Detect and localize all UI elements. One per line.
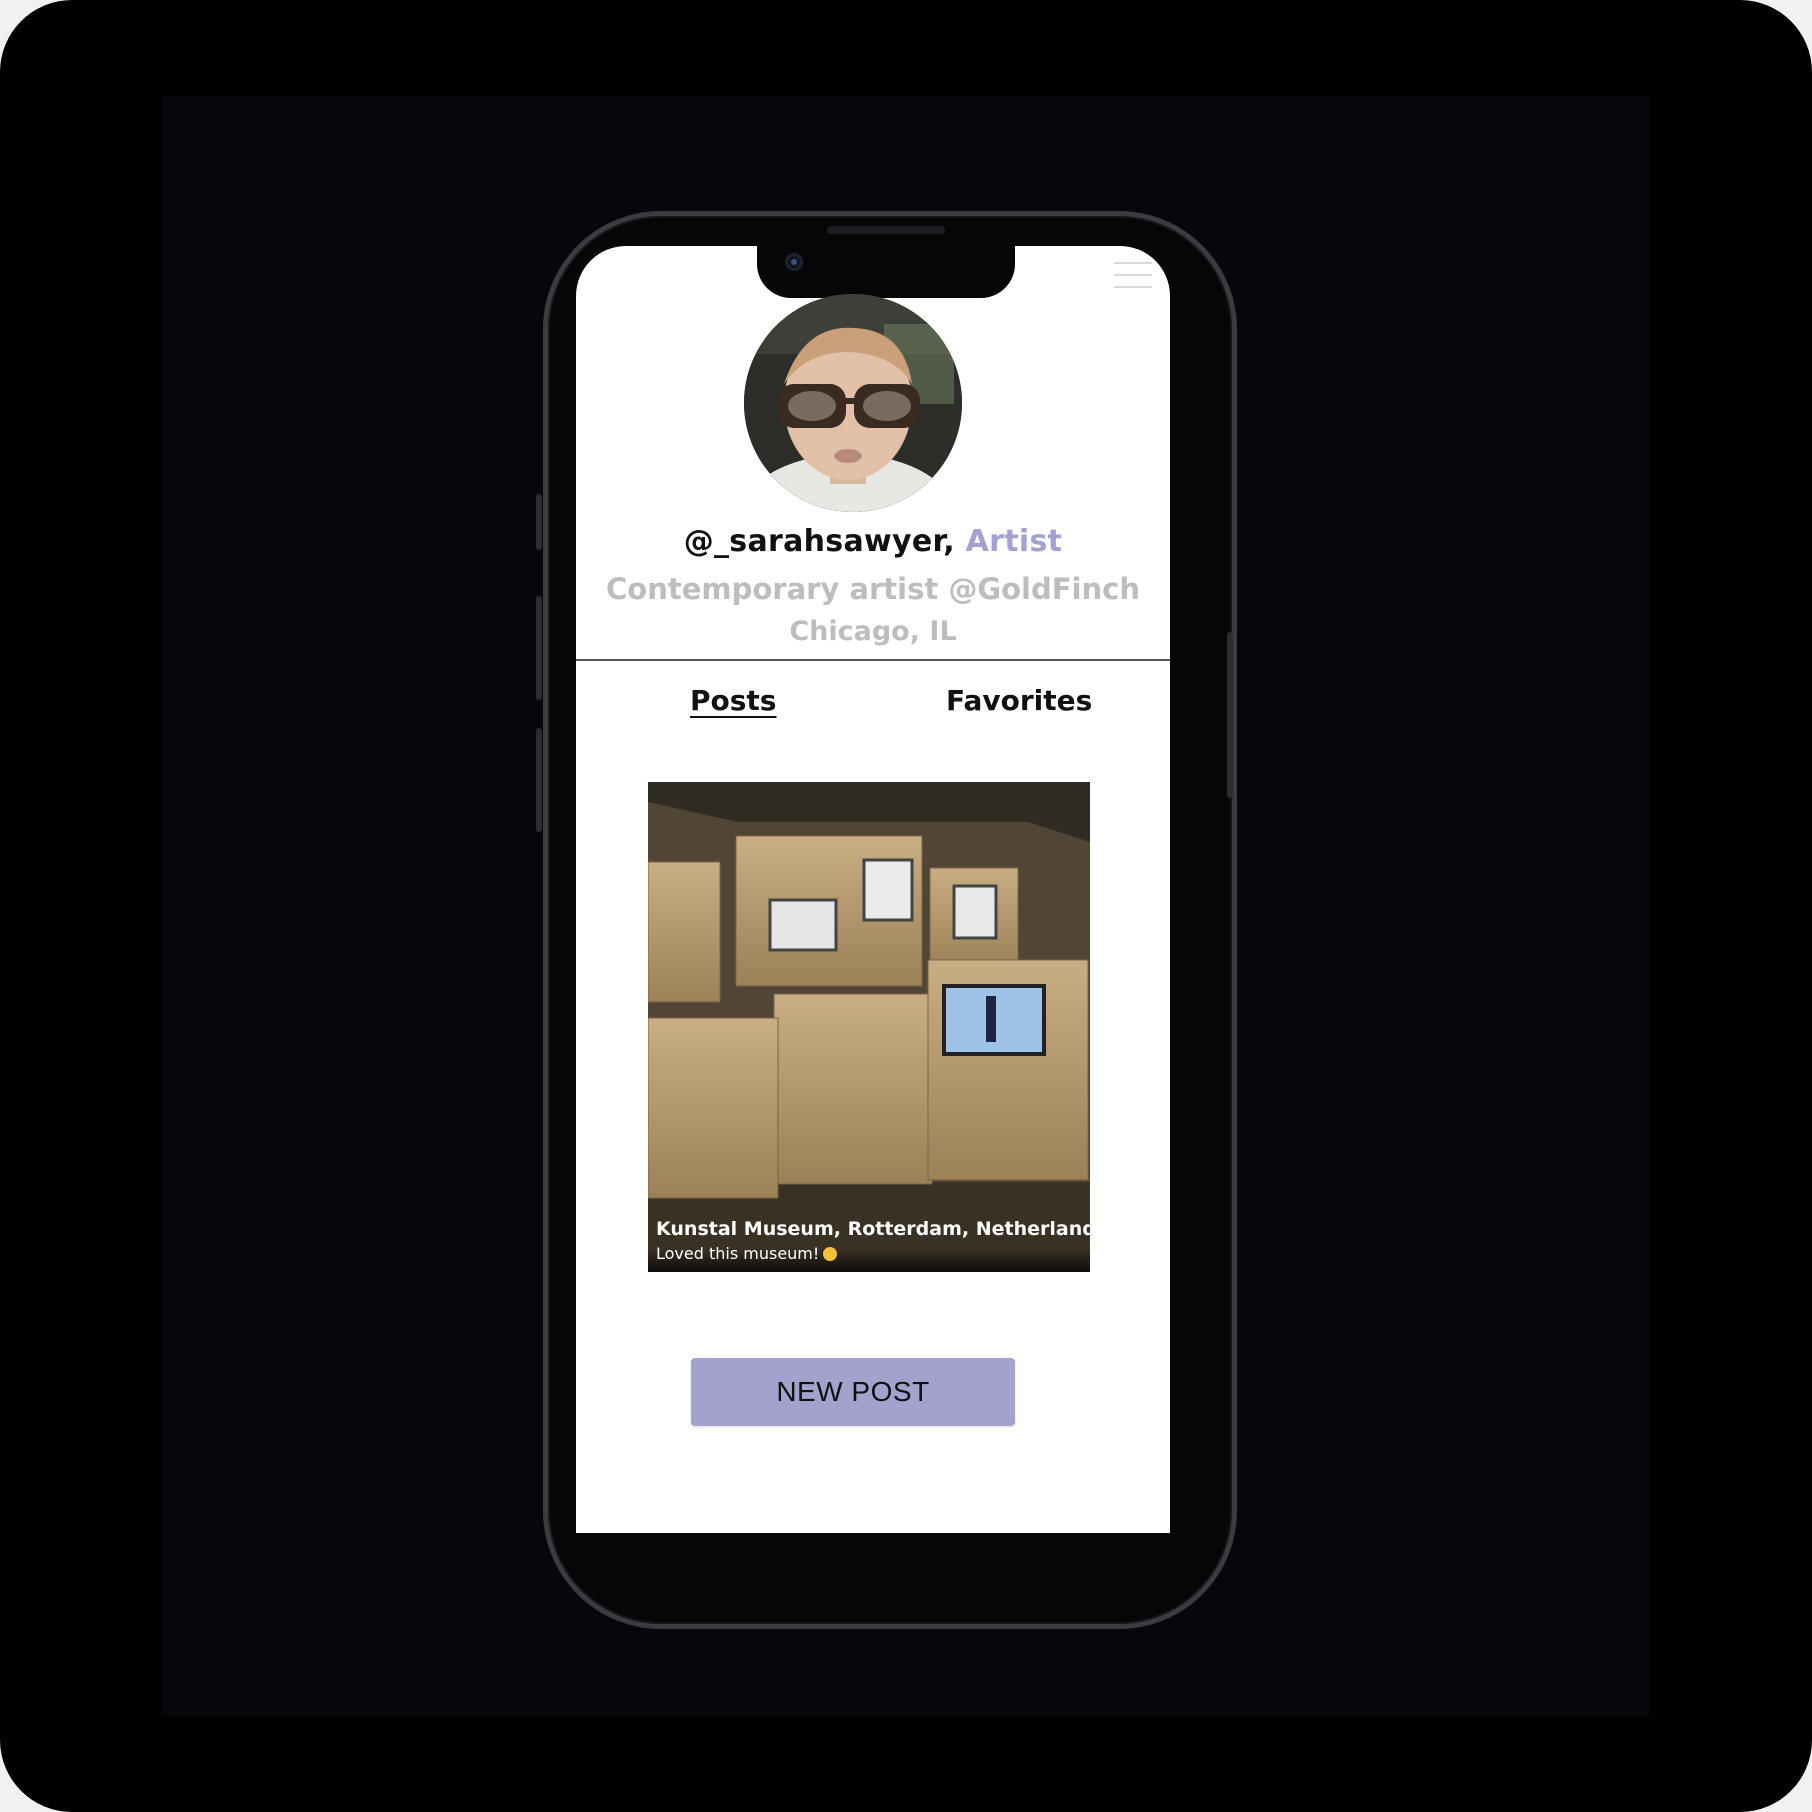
front-camera	[785, 253, 803, 271]
volume-down-button	[536, 728, 542, 832]
post-caption-text: Loved this museum!	[656, 1244, 820, 1263]
hamburger-menu-icon[interactable]	[1114, 262, 1152, 288]
profile-avatar[interactable]	[744, 294, 962, 512]
profile-role: Artist	[954, 524, 1063, 559]
mute-switch	[536, 494, 542, 550]
volume-up-button	[536, 596, 542, 700]
profile-bio: Contemporary artist @GoldFinch	[605, 572, 1140, 606]
post-title: Kunstal Museum, Rotterdam, Netherlands	[656, 1218, 1108, 1240]
smiling-face-emoji-icon	[823, 1247, 838, 1261]
power-button	[1227, 632, 1233, 798]
post-image[interactable]	[648, 782, 1090, 1272]
new-post-button[interactable]: NEW POST	[691, 1358, 1015, 1426]
profile-divider	[576, 659, 1170, 661]
tab-favorites[interactable]: Favorites	[946, 684, 1092, 717]
speaker-grille	[827, 226, 945, 234]
profile-location: Chicago, IL	[789, 616, 957, 647]
profile-handle[interactable]: @_sarahsawyer,	[684, 524, 955, 559]
tab-posts[interactable]: Posts	[690, 684, 776, 717]
profile-handle-line: @_sarahsawyer, Artist	[576, 524, 1170, 559]
post-caption: Loved this museum!	[656, 1244, 838, 1263]
